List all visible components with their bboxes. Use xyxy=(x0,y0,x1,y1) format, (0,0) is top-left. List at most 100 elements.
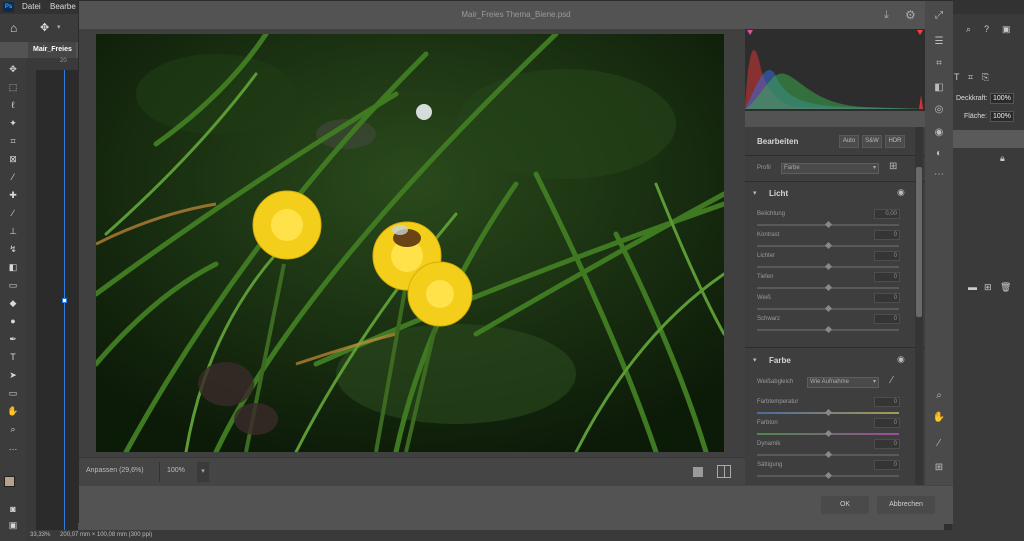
stamp-tool-icon[interactable]: ⊥ xyxy=(4,224,22,238)
eraser-tool-icon[interactable]: ◧ xyxy=(4,260,22,274)
eye-icon[interactable]: ◉ xyxy=(897,354,905,365)
menu-file[interactable]: Datei xyxy=(22,2,41,11)
slider-value-whites[interactable]: 0 xyxy=(874,293,900,303)
chevron-down-icon[interactable]: ▾ xyxy=(57,23,61,31)
smart-object-icon[interactable]: ⎘ xyxy=(982,72,989,83)
slider-value-blacks[interactable]: 0 xyxy=(874,314,900,324)
path-select-icon[interactable]: ➤ xyxy=(4,368,22,382)
hdr-button[interactable]: HDR xyxy=(885,135,905,148)
ok-button[interactable]: OK xyxy=(821,496,869,514)
blur-tool-icon[interactable]: ◆ xyxy=(4,296,22,310)
type-tool-icon[interactable]: T xyxy=(4,350,22,364)
slider-knob-saturation[interactable] xyxy=(824,471,833,480)
profile-browser-icon[interactable]: ⊞ xyxy=(889,161,897,172)
wb-select[interactable]: Wie Aufnahme ▾ xyxy=(807,377,879,388)
gear-icon[interactable]: ⚙ xyxy=(905,8,916,22)
dodge-tool-icon[interactable]: ● xyxy=(4,314,22,328)
healing-brush-icon[interactable]: ✚ xyxy=(4,188,22,202)
presets-icon[interactable]: ◐ xyxy=(932,147,946,161)
trash-icon[interactable]: 🗑︎ xyxy=(1000,282,1011,293)
eyedropper-icon[interactable]: ⁄ xyxy=(4,170,22,184)
gradient-tool-icon[interactable]: ▭ xyxy=(4,278,22,292)
history-brush-icon[interactable]: ↯ xyxy=(4,242,22,256)
lasso-tool-icon[interactable]: ℓ xyxy=(4,98,22,112)
pen-tool-icon[interactable]: ✒ xyxy=(4,332,22,346)
scrollbar-thumb[interactable] xyxy=(916,167,922,317)
save-image-icon[interactable]: ⤓ xyxy=(884,9,889,22)
zoom-value[interactable]: 100% xyxy=(167,467,185,474)
layer-row-selected[interactable] xyxy=(952,130,1024,148)
bw-button[interactable]: S&W xyxy=(862,135,882,148)
expand-icon[interactable]: ⤢ xyxy=(932,9,946,23)
slider-knob-vibrance[interactable] xyxy=(824,450,833,459)
zoom-fit-label[interactable]: Anpassen (29,6%) xyxy=(86,467,144,474)
slider-knob-blacks[interactable] xyxy=(824,325,833,334)
crop-tool-icon[interactable]: ⌗ xyxy=(4,134,22,148)
type-layer-icon[interactable]: T xyxy=(954,72,960,82)
color-sampler-icon[interactable]: ⁄ xyxy=(932,437,946,451)
light-section-title[interactable]: Licht xyxy=(769,189,788,198)
more-tools-icon[interactable]: … xyxy=(4,440,22,454)
transform-handle[interactable] xyxy=(62,298,67,303)
color-section-title[interactable]: Farbe xyxy=(769,356,791,365)
help-icon[interactable]: ? xyxy=(984,24,989,34)
eraser-icon[interactable]: ◧ xyxy=(932,81,946,95)
search-icon[interactable]: ⌕ xyxy=(966,24,971,35)
screen-mode-icon[interactable]: ▣ xyxy=(4,518,22,532)
zoom-dropdown-chevron-icon[interactable]: ▾ xyxy=(197,462,209,482)
slider-knob-highlights[interactable] xyxy=(824,262,833,271)
brush-tool-icon[interactable]: ∕ xyxy=(4,206,22,220)
more-icon[interactable]: ⋯ xyxy=(932,168,946,182)
edit-sliders-icon[interactable]: ☰ xyxy=(932,35,946,49)
wb-eyedropper-icon[interactable]: ⁄ xyxy=(891,375,893,386)
foreground-color-swatch[interactable] xyxy=(4,476,15,487)
redeye-icon[interactable]: ◉ xyxy=(932,126,946,140)
hand-tool-icon[interactable]: ✋ xyxy=(4,404,22,418)
quick-mask-icon[interactable]: ◙ xyxy=(4,502,22,516)
workspace-icon[interactable]: ▣ xyxy=(1002,24,1011,35)
slider-value-temperature[interactable]: 0 xyxy=(874,397,900,407)
slider-value-shadows[interactable]: 0 xyxy=(874,272,900,282)
chevron-down-icon[interactable]: ▾ xyxy=(753,356,757,364)
slider-knob-whites[interactable] xyxy=(824,304,833,313)
lock-icon[interactable]: 🔒︎ xyxy=(1000,153,1005,164)
before-after-icon[interactable] xyxy=(717,465,731,478)
shape-layer-icon[interactable]: ⌗ xyxy=(968,72,973,83)
shape-tool-icon[interactable]: ▭ xyxy=(4,386,22,400)
crop-icon[interactable]: ⌗ xyxy=(932,57,946,71)
zoom-icon[interactable]: ⌕ xyxy=(932,389,946,403)
slider-knob-tint[interactable] xyxy=(824,429,833,438)
slider-knob-exposure[interactable] xyxy=(824,220,833,229)
new-group-icon[interactable]: ▬ xyxy=(968,282,977,292)
grid-icon[interactable]: ⊞ xyxy=(932,461,946,475)
cancel-button[interactable]: Abbrechen xyxy=(877,496,935,514)
edit-scrollbar[interactable] xyxy=(915,127,923,485)
move-icon[interactable]: ✥ xyxy=(40,21,49,34)
slider-value-saturation[interactable]: 0 xyxy=(874,460,900,470)
move-tool-icon[interactable]: ✥ xyxy=(4,62,22,76)
slider-value-vibrance[interactable]: 0 xyxy=(874,439,900,449)
single-view-icon[interactable] xyxy=(693,467,703,477)
profile-select[interactable]: Farbe ▾ xyxy=(781,163,879,174)
frame-tool-icon[interactable]: ⊠ xyxy=(4,152,22,166)
slider-value-contrast[interactable]: 0 xyxy=(874,230,900,240)
mask-icon[interactable]: ◎ xyxy=(932,103,946,117)
auto-button[interactable]: Auto xyxy=(839,135,859,148)
fill-input[interactable]: 100% xyxy=(990,111,1014,122)
opacity-input[interactable]: 100% xyxy=(990,93,1014,104)
chevron-down-icon[interactable]: ▾ xyxy=(753,189,757,197)
menu-edit[interactable]: Bearbe xyxy=(50,2,76,11)
marquee-tool-icon[interactable]: ⬚ xyxy=(4,80,22,94)
preview-image[interactable] xyxy=(96,34,724,452)
slider-knob-shadows[interactable] xyxy=(824,283,833,292)
slider-value-tint[interactable]: 0 xyxy=(874,418,900,428)
slider-value-highlights[interactable]: 0 xyxy=(874,251,900,261)
document-tab[interactable]: Mair_Freies xyxy=(28,42,76,58)
home-icon[interactable]: ⌂ xyxy=(10,21,17,35)
hand-icon[interactable]: ✋ xyxy=(932,411,946,425)
zoom-tool-icon[interactable]: ⌕ xyxy=(4,422,22,436)
slider-knob-temperature[interactable] xyxy=(824,408,833,417)
status-zoom[interactable]: 33,33% xyxy=(30,532,50,538)
eye-icon[interactable]: ◉ xyxy=(897,187,905,198)
new-layer-icon[interactable]: ⊞ xyxy=(984,282,992,293)
